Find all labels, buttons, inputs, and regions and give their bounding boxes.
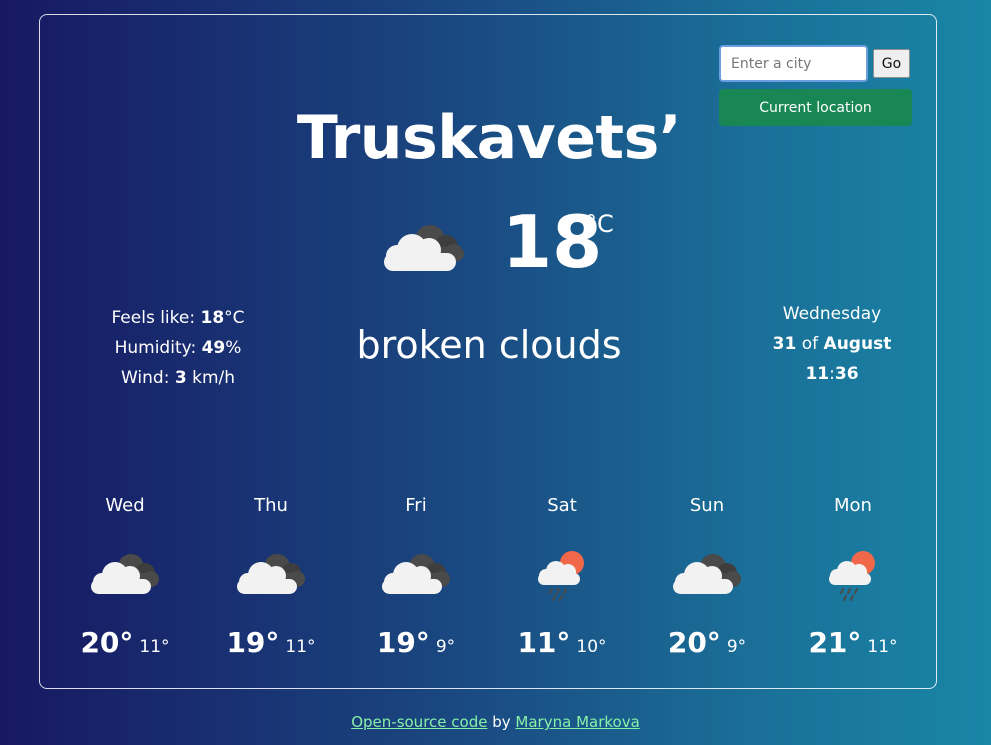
wind-unit: km/h [192,368,236,388]
forecast-day-name: Fri [405,495,427,516]
weekday: Wednesday [782,304,882,324]
current-weather: 18 °C [380,197,640,287]
forecast-min: 11° [867,637,898,657]
forecast-min: 9° [726,637,747,657]
forecast-day-2: Fri 19° 9° [351,491,481,665]
forecast-temps: 21° 11° [788,625,918,665]
forecast-max: 20° [667,626,721,659]
source-code-link[interactable]: Open-source code [351,713,487,731]
forecast-max: 21° [808,626,862,659]
forecast-max: 20° [80,626,134,659]
forecast-max: 11° [517,626,571,659]
time-minutes: 36 [834,364,859,384]
forecast-day-0: Wed 20° 11° [60,491,190,665]
forecast-max: 19° [226,626,280,659]
forecast-day-4: Sun 20° 9° [642,491,772,665]
forecast-day-1: Thu 19° 11° [206,491,336,665]
forecast-day-name: Thu [254,495,288,516]
day-month-row: 31 of August [752,329,912,359]
forecast-day-name: Wed [105,495,145,516]
rain-sun-icon [524,545,600,605]
broken-clouds-icon [380,213,468,277]
footer: Open-source code by Maryna Markova [0,711,991,733]
wind-value: 3 [174,368,187,388]
forecast-day-name: Sun [689,495,725,516]
search-row: Go [719,45,913,82]
broken-clouds-icon [669,545,745,605]
forecast-temps: 20° 11° [60,625,190,665]
forecast-min: 10° [576,637,607,657]
temperature-unit: °C [585,210,614,238]
forecast-day-name: Sat [547,495,577,516]
forecast-min: 9° [435,637,456,657]
forecast-temps: 20° 9° [642,625,772,665]
forecast-min: 11° [285,637,316,657]
weather-card: Go Current location Truskavets’ [39,14,937,689]
forecast-temps: 19° 9° [351,625,481,665]
forecast-min: 11° [139,637,170,657]
rain-sun-icon [815,545,891,605]
time-row: 11:36 [752,359,912,389]
city-search-input[interactable] [719,45,868,82]
forecast-day-name: Mon [834,495,872,516]
author-link[interactable]: Maryna Markova [515,713,639,731]
wind-label: Wind: [120,368,170,388]
day-number: 31 [772,334,797,354]
footer-by: by [492,713,511,731]
forecast-max: 19° [376,626,430,659]
forecast-temps: 11° 10° [497,625,627,665]
date-block: Wednesday 31 of August 11:36 [752,299,912,389]
forecast-temps: 19° 11° [206,625,336,665]
time-hours: 11 [805,364,830,384]
broken-clouds-icon [378,545,454,605]
forecast-list: Wed 20° 11° Thu 19° 11° Fri 19° 9° Sat 11° 1… [60,491,932,671]
date-of: of [801,334,819,354]
broken-clouds-icon [233,545,309,605]
forecast-day-5: Mon 21° 11° [788,491,918,665]
broken-clouds-icon [87,545,163,605]
month-name: August [823,334,892,354]
go-button[interactable]: Go [873,49,910,78]
forecast-day-3: Sat 11° 10° [497,491,627,665]
city-name: Truskavets’ [296,103,682,173]
